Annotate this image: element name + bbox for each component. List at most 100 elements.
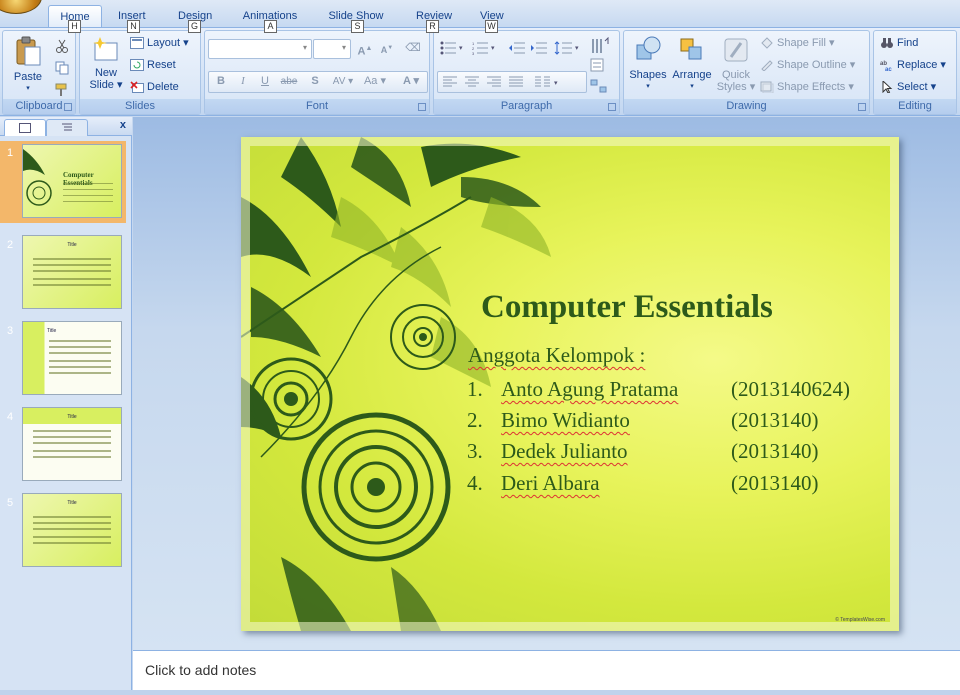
font-name-combo[interactable]: ▾ (208, 39, 312, 59)
shapes-dropdown-arrow: ▾ (646, 83, 650, 90)
justify-icon[interactable] (508, 76, 524, 88)
binoculars-icon (881, 38, 893, 49)
pen-icon (761, 60, 773, 72)
quick-styles-button[interactable]: Quick Styles ▾ (716, 35, 756, 93)
template-credit: © TemplatesWise.com (835, 617, 885, 623)
drawing-launcher[interactable] (858, 103, 866, 111)
paragraph-launcher[interactable] (608, 103, 616, 111)
layout-icon (130, 37, 144, 50)
align-text-icon[interactable] (590, 58, 610, 72)
paste-button[interactable]: Paste ▾ (7, 35, 49, 95)
font-color-button[interactable]: A ▾ (397, 73, 425, 91)
group-clipboard: Paste ▾ Clipboard (2, 30, 76, 115)
grow-font-button[interactable]: A▲ (355, 40, 375, 58)
paste-dropdown-arrow[interactable]: ▾ (7, 83, 49, 95)
clipboard-launcher[interactable] (64, 103, 72, 111)
notes-pane[interactable]: Click to add notes (133, 650, 960, 695)
member-name: Bimo Widianto (501, 408, 630, 432)
panel-tabs: x (0, 117, 132, 136)
slide-number: 3 (7, 325, 14, 337)
decrease-indent-icon[interactable] (508, 41, 526, 55)
member-number: 3. (467, 439, 483, 463)
align-right-icon[interactable] (486, 76, 502, 88)
keytip-view: W (485, 20, 498, 33)
member-item[interactable]: 2. Bimo Widianto (2013140) (467, 408, 887, 434)
align-center-icon[interactable] (464, 76, 480, 88)
line-spacing-icon[interactable]: ▾ (554, 41, 582, 55)
align-left-icon[interactable] (442, 76, 458, 88)
layout-button[interactable]: Layout ▾ (130, 34, 189, 52)
member-item[interactable]: 1. Anto Agung Pratama (2013140624) (467, 377, 887, 403)
slides-tab-icon (19, 123, 31, 133)
underline-button[interactable]: U (255, 73, 275, 91)
change-case-button[interactable]: Aa ▾ (361, 73, 389, 91)
arrange-label: Arrange (672, 69, 712, 81)
shape-effects-button[interactable]: Shape Effects ▾ (760, 78, 854, 96)
slide-subtitle[interactable]: Anggota Kelompok : (468, 343, 645, 368)
member-id: (2013140) (731, 471, 819, 495)
text-shadow-button[interactable]: S (305, 73, 325, 91)
thumbnail-preview: Title (22, 493, 122, 567)
paint-bucket-icon (761, 37, 773, 49)
shape-outline-button[interactable]: Shape Outline ▾ (760, 56, 855, 74)
character-spacing-button[interactable]: AV ▾ (329, 73, 357, 91)
find-button[interactable]: Find (880, 34, 918, 52)
cut-icon[interactable] (55, 39, 69, 53)
group-drawing: Shapes ▾ Arrange ▾ Quick Styles ▾ Shape … (623, 30, 870, 115)
office-button[interactable] (0, 0, 42, 14)
member-item[interactable]: 3. Dedek Julianto (2013140) (467, 439, 887, 465)
member-id: (2013140) (731, 408, 819, 432)
copy-icon[interactable] (55, 61, 69, 75)
convert-to-smartart-icon[interactable] (590, 79, 610, 93)
slide-thumbnail-2[interactable]: 2 Title (0, 233, 132, 315)
group-font: ▾ ▾ A▲ A▼ ⌫ B I U abe S AV ▾ Aa ▾ A ▾ Fo… (204, 30, 430, 115)
slide-thumbnail-1[interactable]: 1 Computer Essentials (0, 141, 126, 223)
svg-text:▾: ▾ (491, 45, 495, 52)
shapes-button[interactable]: Shapes ▾ (628, 35, 668, 93)
shape-fill-button[interactable]: Shape Fill ▾ (760, 34, 835, 52)
select-button[interactable]: Select ▾ (880, 78, 936, 96)
delete-button[interactable]: Delete (130, 78, 179, 96)
clear-formatting-icon[interactable]: ⌫ (403, 40, 423, 58)
format-painter-icon[interactable] (55, 83, 69, 97)
increase-indent-icon[interactable] (530, 41, 548, 55)
slide-thumbnail-5[interactable]: 5 Title (0, 491, 132, 573)
member-name: Dedek Julianto (501, 439, 628, 463)
bold-button[interactable]: B (211, 73, 231, 91)
slide-thumbnail-3[interactable]: 3 Title (0, 319, 132, 401)
editing-group-label: Editing (874, 99, 956, 114)
shapes-icon (636, 36, 661, 60)
status-bar (0, 690, 960, 695)
paste-label: Paste (13, 71, 43, 83)
slide-number: 1 (7, 147, 14, 159)
delete-icon (130, 81, 144, 94)
replace-button[interactable]: ab ac Replace ▾ (880, 56, 946, 74)
font-launcher[interactable] (418, 103, 426, 111)
powerpoint-window: Home Insert Design Animations Slide Show… (0, 0, 960, 695)
slide-thumbnail-4[interactable]: 4 Title (0, 405, 132, 487)
new-slide-icon (93, 37, 118, 61)
slide-title[interactable]: Computer Essentials (481, 289, 773, 326)
outline-tab[interactable] (46, 119, 88, 136)
numbering-icon[interactable]: 123▾ (472, 41, 498, 55)
arrange-button[interactable]: Arrange ▾ (670, 35, 714, 93)
new-slide-button[interactable]: New Slide ▾ (86, 35, 126, 91)
slide-number: 5 (7, 497, 14, 509)
thumbnail-preview: Computer Essentials (22, 144, 122, 218)
thumbnail-preview: Title (22, 407, 122, 481)
member-name: Anto Agung Pratama (501, 377, 679, 401)
shrink-font-button[interactable]: A▼ (377, 40, 397, 58)
columns-icon[interactable]: ▾ (534, 76, 562, 88)
ribbon: Paste ▾ Clipboard New Slide ▾ Layout ▾ R… (0, 27, 960, 116)
shape-effects-icon (760, 81, 774, 94)
font-size-combo[interactable]: ▾ (313, 39, 351, 59)
strikethrough-button[interactable]: abe (279, 73, 299, 91)
reset-button[interactable]: Reset (130, 56, 176, 74)
panel-close-button[interactable]: x (120, 119, 126, 131)
bullets-icon[interactable]: ▾ (440, 41, 466, 55)
member-item[interactable]: 4. Deri Albara (2013140) (467, 471, 887, 497)
italic-button[interactable]: I (233, 73, 253, 91)
text-direction-icon[interactable] (590, 37, 610, 55)
slides-tab[interactable] (4, 119, 46, 136)
slide-1[interactable]: Computer Essentials Anggota Kelompok : 1… (241, 137, 899, 631)
